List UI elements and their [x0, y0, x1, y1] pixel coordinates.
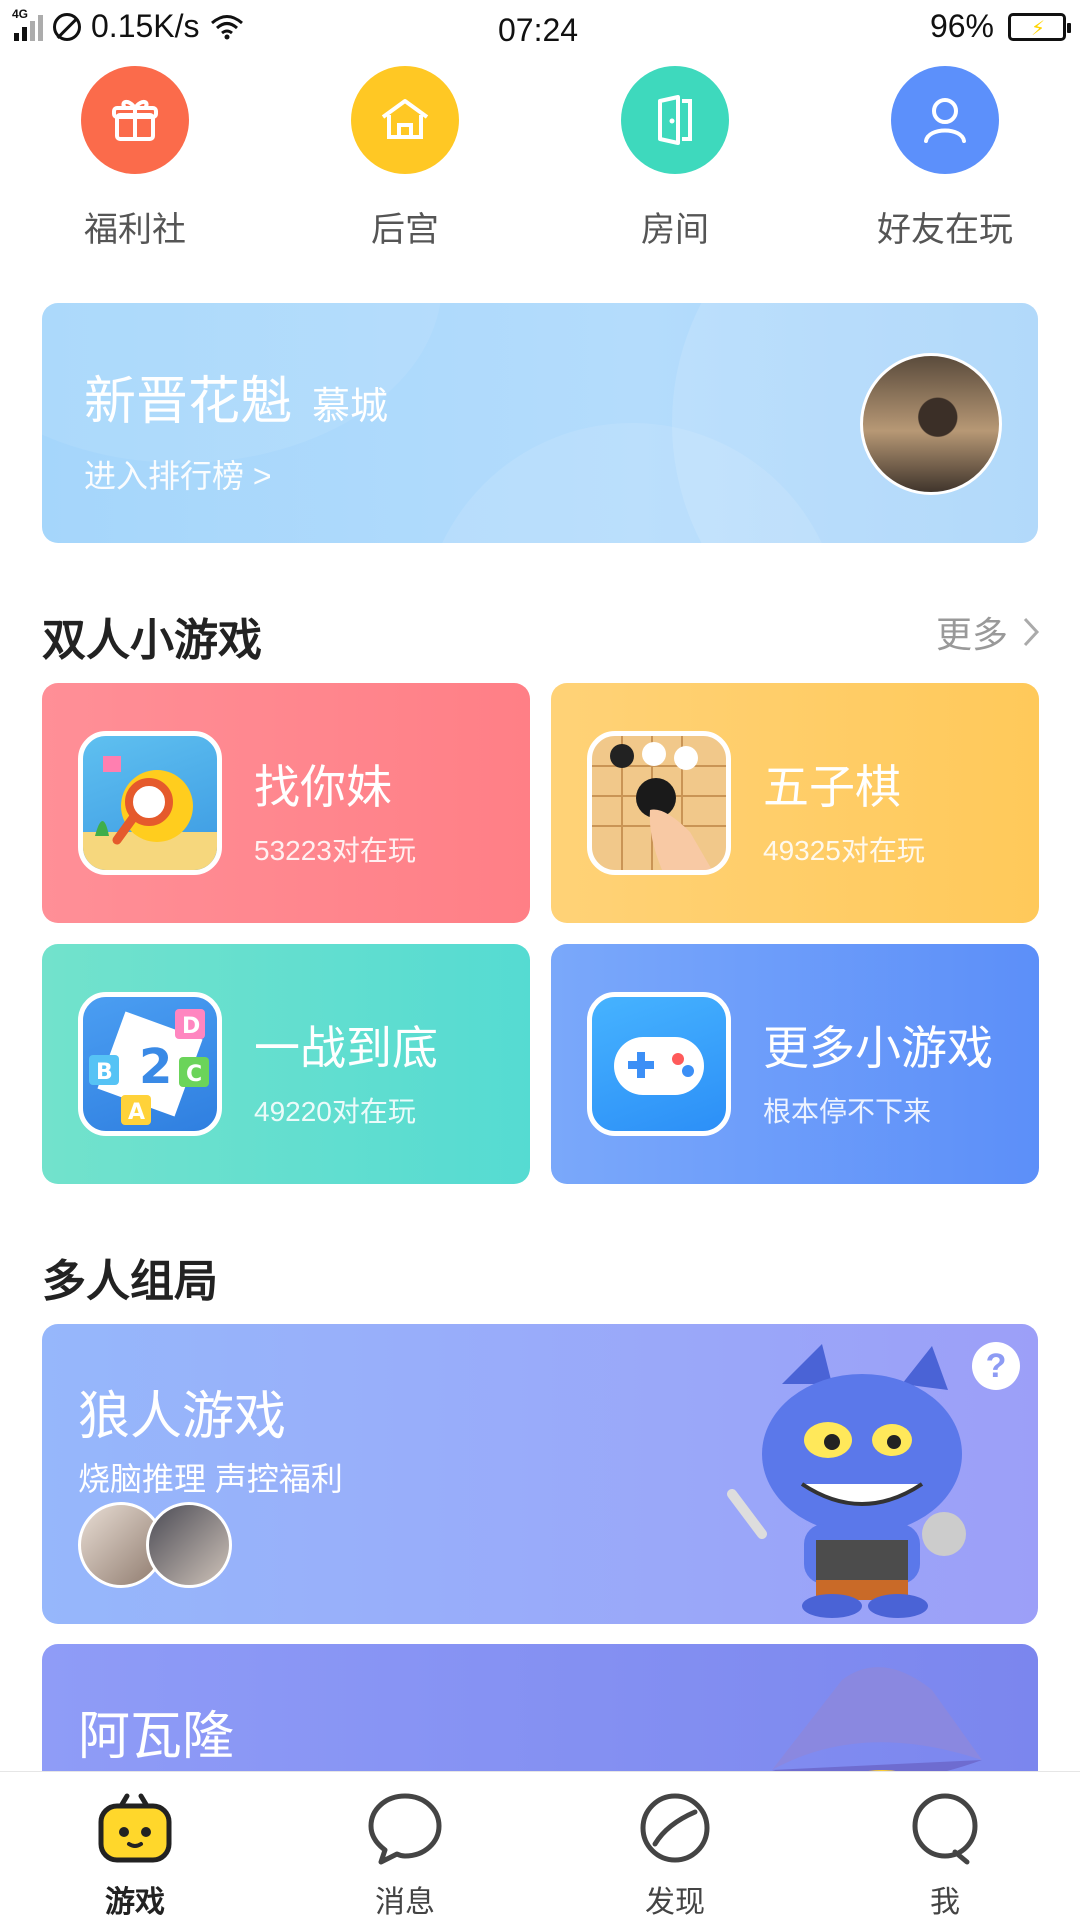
- tab-profile[interactable]: 我: [845, 1790, 1045, 1920]
- avalon-title: 阿瓦隆: [78, 1708, 235, 1766]
- gomoku-game-icon: [587, 731, 731, 875]
- status-bar: 4G 0.15K/s 07:24 96% ⚡: [0, 0, 1080, 56]
- quick-nav-welfare[interactable]: 福利社: [25, 66, 245, 251]
- quick-nav: 福利社 后宫 房间 好友在玩: [0, 66, 1080, 256]
- network-type: 4G: [12, 6, 29, 21]
- tab-label: 游戏: [105, 1886, 165, 1919]
- network-speed: 0.15K/s: [91, 8, 200, 44]
- werewolf-title: 狼人游戏: [78, 1388, 287, 1446]
- tab-label: 发现: [645, 1886, 705, 1919]
- find-sister-game-icon: [78, 731, 222, 875]
- game-players: 49220对在玩: [254, 1096, 416, 1127]
- person-icon: [891, 66, 999, 174]
- svg-text:B: B: [96, 1060, 113, 1085]
- werewolf-card[interactable]: 狼人游戏 烧脑推理 声控福利 ?: [42, 1324, 1038, 1624]
- game-card-find-sister[interactable]: 找你妹 53223对在玩: [42, 683, 530, 923]
- chevron-right-icon: [1023, 617, 1040, 647]
- ranking-user-avatar[interactable]: [860, 353, 1002, 495]
- battery-percent: 96%: [929, 8, 994, 44]
- game-name: 一战到底: [254, 1022, 438, 1074]
- quick-nav-label: 福利社: [84, 211, 186, 249]
- quick-nav-label: 好友在玩: [877, 211, 1013, 249]
- player-avatar: [146, 1502, 232, 1588]
- tab-label: 我: [930, 1886, 960, 1919]
- ranking-user-name: 慕城: [312, 386, 389, 428]
- game-name: 更多小游戏: [763, 1022, 993, 1074]
- tab-label: 消息: [375, 1886, 435, 1919]
- game-name: 五子棋: [763, 761, 901, 813]
- battery-icon: ⚡: [1008, 12, 1071, 41]
- quick-nav-label: 房间: [641, 211, 709, 249]
- game-players: 53223对在玩: [254, 835, 416, 866]
- game-card-quiz[interactable]: 2 B DC A 一战到底 49220对在玩: [42, 944, 530, 1184]
- werewolf-mascot: [727, 1344, 966, 1618]
- more-label: 更多: [935, 614, 1008, 655]
- svg-text:D: D: [182, 1014, 200, 1039]
- quick-nav-friends[interactable]: 好友在玩: [835, 66, 1055, 251]
- more-games-icon: [587, 992, 731, 1136]
- multi-section-title: 多人组局: [42, 1257, 218, 1306]
- status-time: 07:24: [498, 12, 579, 48]
- status-right: 96% ⚡: [929, 8, 1071, 45]
- door-icon: [621, 66, 729, 174]
- do-not-disturb-icon: [53, 12, 81, 41]
- quick-nav-label: 后宫: [371, 211, 439, 249]
- quick-nav-room[interactable]: 房间: [565, 66, 785, 251]
- gift-icon: [81, 66, 189, 174]
- ranking-banner[interactable]: 新晋花魁 慕城 进入排行榜 >: [42, 303, 1038, 543]
- ranking-title-text: 新晋花魁: [84, 373, 293, 431]
- quiz-game-icon: 2 B DC A: [78, 992, 222, 1136]
- tab-messages[interactable]: 消息: [305, 1790, 505, 1920]
- game-name: 找你妹: [254, 761, 392, 813]
- quick-nav-palace[interactable]: 后宫: [295, 66, 515, 251]
- palace-icon: [351, 66, 459, 174]
- ranking-link[interactable]: 进入排行榜 >: [84, 451, 272, 497]
- tab-discover[interactable]: 发现: [575, 1790, 775, 1920]
- game-players: 49325对在玩: [763, 835, 925, 866]
- game-players: 根本停不下来: [763, 1096, 932, 1127]
- message-icon: [368, 1793, 442, 1865]
- duo-section-title: 双人小游戏: [42, 616, 262, 665]
- bottom-tab-bar: 游戏 消息 发现 我: [0, 1771, 1080, 1920]
- werewolf-subtitle: 烧脑推理 声控福利: [78, 1461, 343, 1497]
- discover-icon: [640, 1793, 710, 1863]
- svg-text:A: A: [128, 1100, 145, 1125]
- game-card-more-games[interactable]: 更多小游戏 根本停不下来: [551, 944, 1039, 1184]
- ranking-title: 新晋花魁 慕城: [84, 359, 388, 434]
- profile-icon: [912, 1793, 978, 1865]
- game-card-gomoku[interactable]: 五子棋 49325对在玩: [551, 683, 1039, 923]
- tab-game[interactable]: 游戏: [35, 1790, 235, 1920]
- svg-text:2: 2: [139, 1039, 172, 1095]
- status-left: 4G 0.15K/s: [12, 7, 244, 45]
- svg-text:C: C: [186, 1062, 202, 1087]
- game-icon: [98, 1793, 172, 1863]
- signal-icon: 4G: [12, 7, 43, 41]
- wifi-icon: [210, 14, 243, 39]
- more-link[interactable]: 更多: [936, 606, 1040, 658]
